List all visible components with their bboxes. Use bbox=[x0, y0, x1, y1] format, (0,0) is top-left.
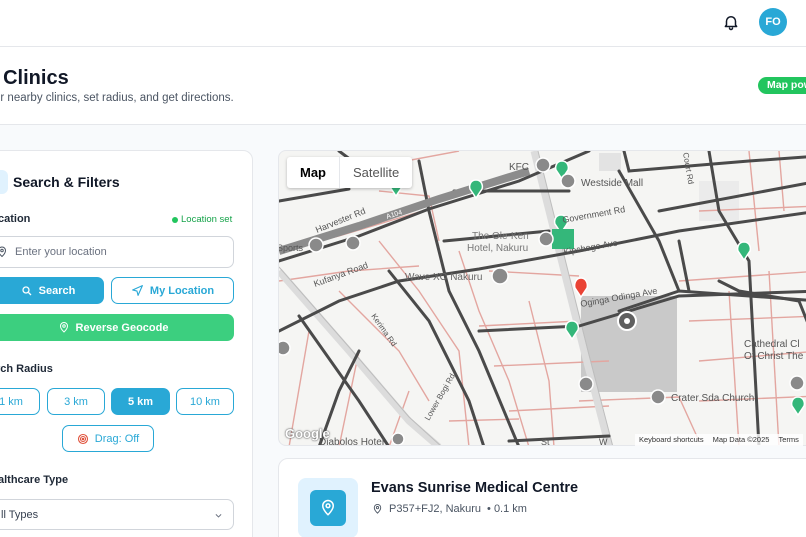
clinic-marker[interactable] bbox=[790, 396, 806, 417]
location-status-text: Location set bbox=[181, 214, 233, 225]
status-dot-icon bbox=[172, 216, 178, 223]
poi-icon[interactable] bbox=[650, 389, 666, 405]
poi-icon[interactable] bbox=[279, 340, 291, 356]
current-location-marker[interactable] bbox=[573, 277, 589, 299]
map-label-court-rd: Court Rd bbox=[681, 152, 695, 185]
map-label-ole-ken-2: Hotel, Nakuru bbox=[467, 243, 528, 254]
poi-icon[interactable] bbox=[391, 432, 405, 445]
map-pin-icon bbox=[59, 322, 68, 333]
map-label-westside-mall: Westside Mall bbox=[581, 178, 643, 189]
search-radius-label: rch Radius bbox=[0, 363, 53, 375]
map-label-lower-rd: Lower Bogi Rd bbox=[423, 372, 457, 422]
map-data-text: Map Data ©2025 bbox=[712, 435, 770, 444]
location-pin-icon bbox=[0, 246, 7, 258]
radius-option-3km[interactable]: 3 km bbox=[47, 388, 105, 415]
page-subtitle: er nearby clinics, set radius, and get d… bbox=[0, 92, 234, 104]
avatar[interactable]: FO bbox=[759, 8, 787, 36]
poi-icon[interactable] bbox=[491, 267, 509, 285]
poi-icon[interactable] bbox=[345, 235, 361, 251]
clinic-address: P357+FJ2, Nakuru bbox=[389, 503, 482, 515]
map-label-w: W bbox=[599, 437, 608, 446]
map-label-cathedral-1: Cathedral Cl bbox=[744, 339, 800, 350]
navigation-icon bbox=[131, 285, 143, 296]
healthcare-type-label: althcare Type bbox=[0, 474, 69, 486]
page-header: l Clinics er nearby clinics, set radius,… bbox=[0, 47, 806, 125]
map-label-government-rd: Government Rd bbox=[562, 204, 626, 225]
location-input[interactable] bbox=[0, 236, 234, 268]
map-canvas[interactable]: KFC Westside Mall Harvester Rd A104 Gove… bbox=[279, 151, 806, 446]
map-label-kfc: KFC bbox=[509, 162, 529, 173]
poi-icon[interactable] bbox=[789, 375, 805, 391]
clinic-name: Evans Sunrise Medical Centre bbox=[371, 480, 579, 496]
clinic-marker[interactable] bbox=[564, 320, 580, 341]
my-location-button[interactable]: My Location bbox=[111, 277, 234, 304]
page-title: l Clinics bbox=[0, 67, 69, 89]
poi-icon[interactable] bbox=[308, 237, 324, 253]
map-type-satellite[interactable]: Satellite bbox=[340, 157, 412, 188]
search-button-label: Search bbox=[38, 284, 76, 297]
search-button[interactable]: Search bbox=[0, 277, 104, 304]
map-view[interactable]: KFC Westside Mall Harvester Rd A104 Gove… bbox=[278, 150, 806, 446]
clinic-distance: • 0.1 km bbox=[487, 503, 527, 515]
map-powered-badge: Map pow bbox=[758, 77, 806, 94]
location-pin-icon bbox=[373, 504, 382, 514]
bell-icon[interactable] bbox=[722, 13, 740, 31]
search-icon bbox=[22, 285, 32, 295]
google-logo: Google bbox=[285, 426, 330, 441]
map-block bbox=[599, 153, 621, 171]
map-label-st: St bbox=[541, 437, 550, 446]
poi-icon[interactable] bbox=[578, 376, 594, 392]
filters-icon bbox=[0, 170, 8, 194]
map-label-kerima-rd: Kerima Rd bbox=[369, 312, 398, 348]
map-type-map[interactable]: Map bbox=[287, 157, 340, 188]
healthcare-type-select[interactable]: ll Types bbox=[0, 499, 234, 530]
map-pin-icon bbox=[321, 499, 335, 516]
keyboard-shortcuts-link[interactable]: Keyboard shortcuts bbox=[639, 435, 704, 445]
map-label-crater-sda: Crater Sda Church bbox=[671, 393, 754, 404]
map-label-cathedral-2: Of Christ The bbox=[744, 351, 804, 362]
radius-option-1km[interactable]: 1 km bbox=[0, 388, 40, 415]
drag-toggle-button[interactable]: Drag: Off bbox=[62, 425, 154, 452]
location-label: cation bbox=[0, 213, 31, 225]
my-location-button-label: My Location bbox=[149, 284, 215, 297]
drag-toggle-label: Drag: Off bbox=[94, 432, 140, 445]
poi-icon[interactable] bbox=[560, 173, 576, 189]
map-label-ole-ken-1: The Ole-Ken bbox=[472, 231, 529, 242]
poi-center bbox=[624, 318, 630, 324]
top-bar: FO bbox=[0, 0, 806, 47]
map-attribution: Keyboard shortcuts Map Data ©2025 Terms bbox=[635, 434, 803, 446]
clinic-address-row: P357+FJ2, Nakuru • 0.1 km bbox=[372, 503, 527, 515]
map-label-wave-xo: Wave XO Nakuru bbox=[405, 272, 482, 283]
reverse-geocode-button-label: Reverse Geocode bbox=[75, 321, 169, 334]
target-icon bbox=[77, 433, 88, 444]
map-label-sports: Sports bbox=[279, 243, 304, 253]
poi-icon[interactable] bbox=[535, 157, 551, 173]
radius-option-5km[interactable]: 5 km bbox=[111, 388, 170, 415]
poi-icon[interactable] bbox=[538, 231, 554, 247]
radius-option-10km[interactable]: 10 km bbox=[176, 388, 234, 415]
filters-title: Search & Filters bbox=[13, 174, 120, 190]
location-status: Location set bbox=[172, 214, 232, 225]
reverse-geocode-button[interactable]: Reverse Geocode bbox=[0, 314, 234, 341]
chevron-down-icon bbox=[215, 514, 222, 518]
healthcare-type-value: ll Types bbox=[1, 508, 39, 521]
map-type-toggle: Map Satellite bbox=[287, 157, 413, 188]
clinic-pin-badge bbox=[310, 490, 346, 526]
terms-link[interactable]: Terms bbox=[778, 435, 798, 445]
